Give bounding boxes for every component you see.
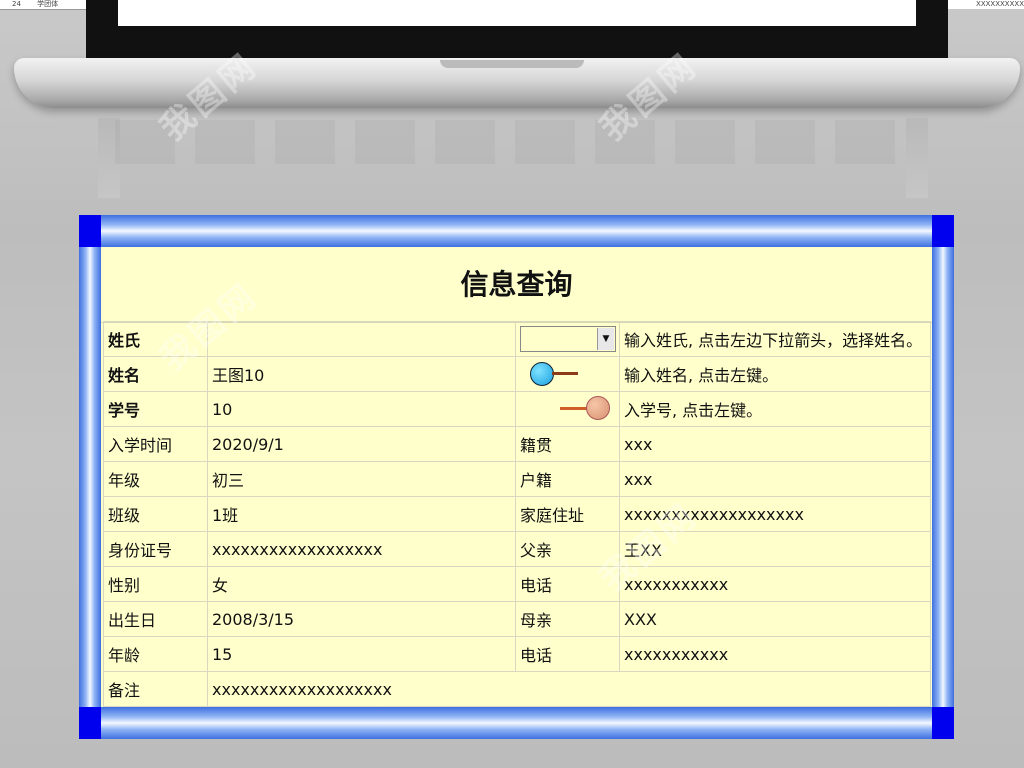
- field-label: 年龄: [103, 636, 208, 672]
- query-frame: 信息查询 姓氏 ▼ 输入姓氏, 点击左边下拉箭头，选择姓名。 姓名 王图10 输…: [79, 215, 954, 739]
- remarks-value: xxxxxxxxxxxxxxxxxxx: [207, 671, 931, 707]
- field-label: 父亲: [515, 531, 620, 567]
- frame-left-bar: [79, 215, 101, 739]
- query-panel: 信息查询 姓氏 ▼ 输入姓氏, 点击左边下拉箭头，选择姓名。 姓名 王图10 输…: [101, 247, 932, 707]
- frame-right-bar: [932, 215, 954, 739]
- field-value: 王XX: [619, 531, 931, 567]
- reflection: [115, 120, 910, 164]
- name-button-cell: [515, 356, 620, 392]
- background-sheet-right: XXXXXXXXXX: [948, 0, 1024, 9]
- table-row: 年级 初三 户籍 xxx: [103, 461, 931, 497]
- field-label: 入学时间: [103, 426, 208, 462]
- ball-icon: [530, 362, 554, 386]
- frame-corner: [932, 215, 954, 247]
- field-value: xxxxxxxxxxxxxxxxxxx: [619, 496, 931, 532]
- field-value: XXX: [619, 601, 931, 637]
- field-value: xxxxxxxxxxxxxxxxxx: [207, 531, 516, 567]
- surname-label: 姓氏: [103, 321, 208, 357]
- table-row: 年龄 15 电话 xxxxxxxxxxx: [103, 636, 931, 672]
- surname-select-cell: ▼: [515, 321, 620, 357]
- surname-hint: 输入姓氏, 点击左边下拉箭头，选择姓名。: [619, 321, 931, 357]
- field-label: 家庭住址: [515, 496, 620, 532]
- table-row: 班级 1班 家庭住址 xxxxxxxxxxxxxxxxxxx: [103, 496, 931, 532]
- table-row: 学号 10 入学号, 点击左键。: [103, 391, 931, 427]
- field-label: 身份证号: [103, 531, 208, 567]
- frame-corner: [932, 707, 954, 739]
- field-label: 班级: [103, 496, 208, 532]
- field-label: 户籍: [515, 461, 620, 497]
- field-value: 1班: [207, 496, 516, 532]
- field-value: 女: [207, 566, 516, 602]
- student-id-value[interactable]: 10: [207, 391, 516, 427]
- frame-corner: [79, 215, 101, 247]
- field-value: xxx: [619, 426, 931, 462]
- field-label: 籍贯: [515, 426, 620, 462]
- name-value[interactable]: 王图10: [207, 356, 516, 392]
- name-label: 姓名: [103, 356, 208, 392]
- student-id-label: 学号: [103, 391, 208, 427]
- field-value: xxxxxxxxxxx: [619, 566, 931, 602]
- stick-icon: [560, 407, 588, 410]
- background-sheet-row: 24 学团体: [0, 0, 86, 10]
- field-value: xxx: [619, 461, 931, 497]
- info-table: 姓氏 ▼ 输入姓氏, 点击左边下拉箭头，选择姓名。 姓名 王图10 输入姓名, …: [103, 321, 931, 707]
- surname-select[interactable]: ▼: [520, 326, 616, 352]
- laptop-screen: [118, 0, 916, 26]
- table-row: 备注 xxxxxxxxxxxxxxxxxxx: [103, 671, 931, 707]
- field-label: 电话: [515, 566, 620, 602]
- ball-icon: [586, 396, 610, 420]
- field-label: 性别: [103, 566, 208, 602]
- id-button-cell: [515, 391, 620, 427]
- frame-bottom-bar: [79, 707, 954, 739]
- orange-ball-button-icon[interactable]: [560, 396, 612, 422]
- laptop-notch: [440, 60, 584, 68]
- field-label: 电话: [515, 636, 620, 672]
- field-value: 2008/3/15: [207, 601, 516, 637]
- table-row: 出生日 2008/3/15 母亲 XXX: [103, 601, 931, 637]
- table-row: 性别 女 电话 xxxxxxxxxxx: [103, 566, 931, 602]
- field-value: 2020/9/1: [207, 426, 516, 462]
- name-hint: 输入姓名, 点击左键。: [619, 356, 931, 392]
- sheet-row-number: 24: [12, 0, 21, 8]
- frame-top-bar: [79, 215, 954, 247]
- page-title: 信息查询: [101, 247, 932, 323]
- field-label: 母亲: [515, 601, 620, 637]
- student-id-hint: 入学号, 点击左键。: [619, 391, 931, 427]
- field-value: xxxxxxxxxxx: [619, 636, 931, 672]
- blue-ball-button-icon[interactable]: [530, 361, 582, 387]
- sheet-row-text: 学团体: [37, 0, 59, 8]
- field-label: 出生日: [103, 601, 208, 637]
- surname-value: [207, 321, 516, 357]
- table-row: 姓名 王图10 输入姓名, 点击左键。: [103, 356, 931, 392]
- stick-icon: [552, 372, 578, 375]
- table-row: 入学时间 2020/9/1 籍贯 xxx: [103, 426, 931, 462]
- table-row: 姓氏 ▼ 输入姓氏, 点击左边下拉箭头，选择姓名。: [103, 321, 931, 357]
- field-value: 15: [207, 636, 516, 672]
- field-label: 年级: [103, 461, 208, 497]
- frame-corner: [79, 707, 101, 739]
- field-value: 初三: [207, 461, 516, 497]
- field-label: 备注: [103, 671, 208, 707]
- chevron-down-icon[interactable]: ▼: [597, 328, 614, 350]
- table-row: 身份证号 xxxxxxxxxxxxxxxxxx 父亲 王XX: [103, 531, 931, 567]
